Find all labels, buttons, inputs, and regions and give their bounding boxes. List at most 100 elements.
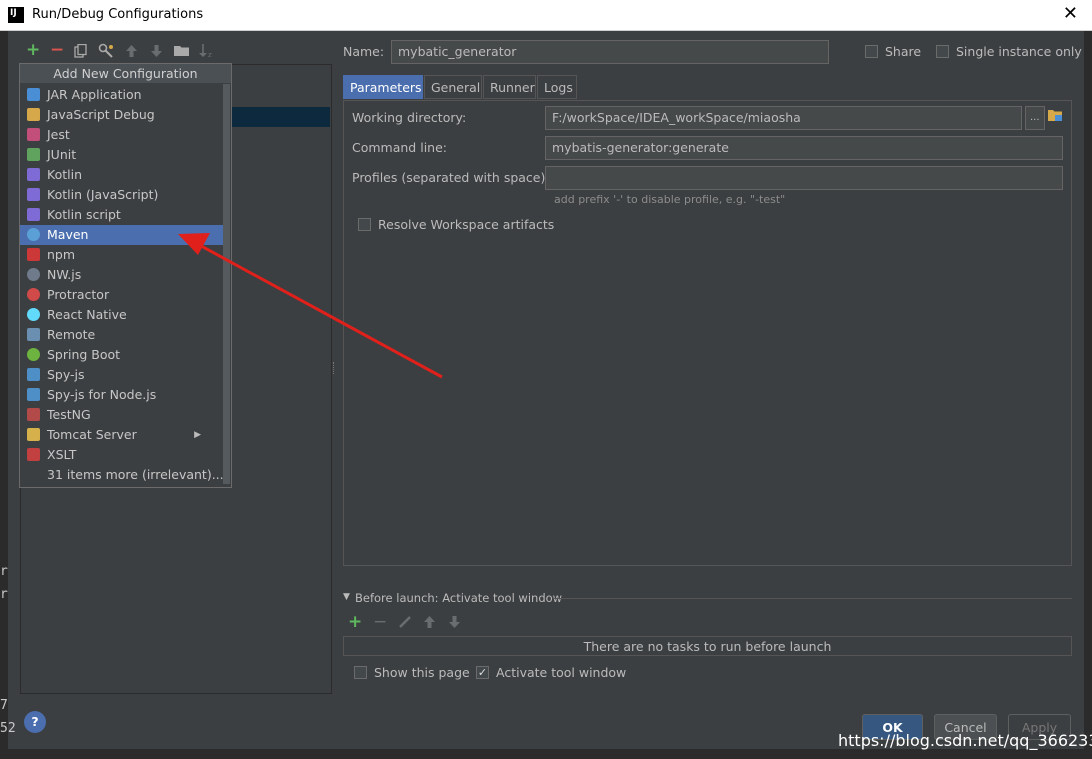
before-launch-task-list[interactable]: There are no tasks to run before launch [343, 636, 1072, 656]
show-this-page-checkbox[interactable] [354, 666, 367, 679]
popup-item-label: Kotlin script [47, 207, 121, 222]
popup-item-label: React Native [47, 307, 127, 322]
move-down-icon[interactable] [151, 45, 162, 57]
intellij-logo-icon [8, 7, 24, 23]
edge-char: 7 [0, 698, 8, 713]
profiles-label: Profiles (separated with space): [352, 170, 550, 185]
popup-item-label: NW.js [47, 267, 82, 282]
popup-item-label: Maven [47, 227, 89, 242]
junit-icon [27, 148, 40, 161]
working-directory-input[interactable]: F:/workSpace/IDEA_workSpace/miaosha [545, 106, 1022, 130]
profiles-hint: add prefix '-' to disable profile, e.g. … [554, 193, 786, 206]
xslt-icon [27, 448, 40, 461]
move-up-icon[interactable] [126, 45, 137, 57]
add-configuration-button[interactable]: + [26, 40, 40, 60]
kotlin-icon [27, 208, 40, 221]
single-instance-label: Single instance only [956, 44, 1082, 59]
background-window-edge: r r 7 52 [0, 30, 16, 759]
popup-item-jest[interactable]: Jest [20, 125, 223, 145]
close-icon[interactable]: ✕ [1063, 3, 1078, 24]
wrench-icon[interactable] [98, 43, 114, 59]
add-task-button[interactable]: + [348, 612, 362, 632]
edge-char: 52 [0, 721, 16, 736]
popup-item-kotlin-javascript[interactable]: Kotlin (JavaScript) [20, 185, 223, 205]
tab-general[interactable]: General [424, 75, 482, 99]
nwjs-icon [27, 268, 40, 281]
copy-icon[interactable] [74, 44, 88, 58]
activate-tool-window-checkbox[interactable]: ✓ [476, 666, 489, 679]
name-label: Name: [343, 44, 385, 59]
move-task-up-icon[interactable] [424, 616, 435, 628]
popup-item-junit[interactable]: JUnit [20, 145, 223, 165]
protractor-icon [27, 288, 40, 301]
popup-item-label: JUnit [47, 147, 77, 162]
npm-icon [27, 248, 40, 261]
edge-char: r [0, 587, 8, 602]
help-button[interactable]: ? [24, 711, 46, 733]
tomcat-icon [27, 428, 40, 441]
submenu-arrow-icon: ▶ [194, 430, 201, 440]
tab-runner[interactable]: Runner [483, 75, 536, 99]
popup-item-javascript-debug[interactable]: JavaScript Debug [20, 105, 223, 125]
edit-task-icon[interactable] [399, 616, 411, 628]
share-checkbox[interactable] [865, 45, 878, 58]
working-directory-label: Working directory: [352, 110, 467, 125]
name-input[interactable]: mybatic_generator [391, 40, 829, 64]
popup-item-spy-js-node[interactable]: Spy-js for Node.js [20, 385, 223, 405]
profiles-input[interactable] [545, 166, 1063, 190]
popup-item-label: Kotlin [47, 167, 82, 182]
testng-icon [27, 408, 40, 421]
share-label: Share [885, 44, 922, 59]
jest-icon [27, 128, 40, 141]
tab-parameters[interactable]: Parameters [343, 75, 423, 99]
collapse-arrow-icon[interactable]: ▼ [343, 592, 350, 602]
popup-item-label: Protractor [47, 287, 110, 302]
folder-icon[interactable] [174, 44, 190, 57]
tree-selected-row[interactable] [230, 107, 330, 127]
maven-gear-icon [27, 228, 40, 241]
jar-application-icon [27, 88, 40, 101]
red-arrow-annotation [178, 233, 443, 379]
browse-button[interactable]: ... [1025, 106, 1045, 130]
window-title: Run/Debug Configurations [32, 7, 204, 22]
popup-item-testng[interactable]: TestNG [20, 405, 223, 425]
popup-item-jar-application[interactable]: JAR Application [20, 85, 223, 105]
show-this-page-label: Show this page [374, 665, 470, 680]
popup-item-kotlin[interactable]: Kotlin [20, 165, 223, 185]
popup-item-xslt[interactable]: XSLT [20, 445, 223, 465]
popup-item-label: Spy-js [47, 367, 85, 382]
right-backdrop [1084, 30, 1092, 759]
popup-header: Add New Configuration [20, 64, 231, 83]
spy-js-icon [27, 388, 40, 401]
popup-item-label: Spy-js for Node.js [47, 387, 157, 402]
popup-item-more[interactable]: 31 items more (irrelevant)... [20, 465, 224, 485]
move-task-down-icon[interactable] [449, 616, 460, 628]
popup-item-label: Tomcat Server [47, 427, 137, 442]
command-line-label: Command line: [352, 140, 447, 155]
remove-task-button[interactable]: − [373, 612, 387, 632]
popup-item-label: JavaScript Debug [47, 107, 155, 122]
sort-icon[interactable]: z [199, 43, 214, 58]
popup-item-label: Spring Boot [47, 347, 121, 362]
tab-logs[interactable]: Logs [537, 75, 577, 99]
activate-tool-window-label: Activate tool window [496, 665, 627, 680]
popup-item-kotlin-script[interactable]: Kotlin script [20, 205, 223, 225]
kotlin-icon [27, 188, 40, 201]
javascript-debug-icon [27, 108, 40, 121]
popup-item-label: Jest [47, 127, 70, 142]
remote-icon [27, 328, 40, 341]
title-bar: Run/Debug Configurations ✕ [0, 0, 1092, 31]
remove-configuration-button[interactable]: − [50, 40, 64, 60]
react-icon [27, 308, 40, 321]
single-instance-checkbox[interactable] [936, 45, 949, 58]
edge-char: r [0, 564, 8, 579]
popup-item-label: Kotlin (JavaScript) [47, 187, 159, 202]
bottom-backdrop [0, 749, 1092, 759]
svg-text:z: z [208, 51, 212, 58]
popup-item-label: Remote [47, 327, 96, 342]
popup-item-label: npm [47, 247, 76, 262]
popup-item-tomcat-server[interactable]: Tomcat Server ▶ [20, 425, 223, 445]
command-line-input[interactable]: mybatis-generator:generate [545, 136, 1063, 160]
popup-item-label: TestNG [47, 407, 91, 422]
folder-macro-icon[interactable] [1048, 109, 1063, 122]
